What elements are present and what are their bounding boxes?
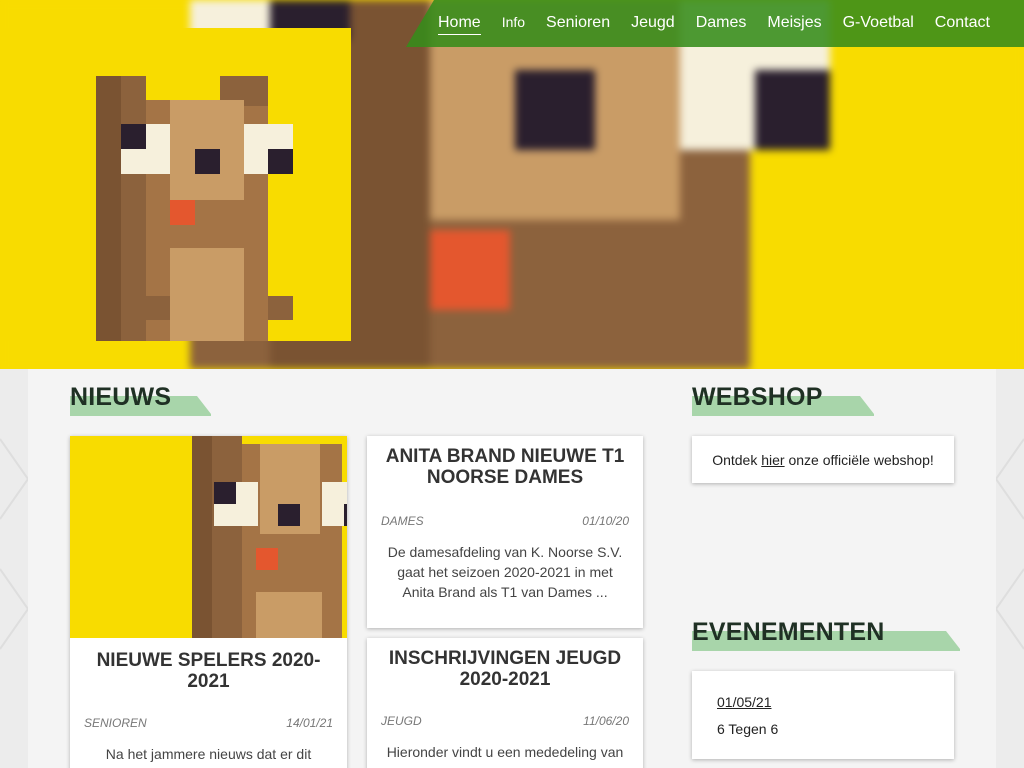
news-card-category: DAMES xyxy=(381,514,424,528)
news-card-category: JEUGD xyxy=(381,714,422,728)
news-card-inschrijvingen[interactable]: INSCHRIJVINGEN JEUGD 2020-2021 JEUGD 11/… xyxy=(367,638,643,768)
event-name: 6 Tegen 6 xyxy=(717,721,779,737)
nav-jeugd[interactable]: Jeugd xyxy=(631,12,675,35)
nav-home[interactable]: Home xyxy=(438,12,481,35)
news-card-title[interactable]: NIEUWE SPELERS 2020-2021 xyxy=(70,650,347,692)
webshop-card: Ontdek hier onze officiële webshop! xyxy=(692,436,954,483)
events-section-title: EVENEMENTEN xyxy=(692,618,885,646)
news-card-nieuwe-spelers[interactable]: NIEUWE SPELERS 2020-2021 SENIOREN 14/01/… xyxy=(70,436,347,768)
news-card-excerpt: De damesafdeling van K. Noorse S.V. gaat… xyxy=(387,544,623,600)
nav-meisjes[interactable]: Meisjes xyxy=(767,12,821,35)
hero-banner: Home Info Senioren Jeugd Dames Meisjes G… xyxy=(0,0,1024,369)
nav-info[interactable]: Info xyxy=(502,12,525,35)
news-card-date: 01/10/20 xyxy=(582,514,629,528)
webshop-link[interactable]: hier xyxy=(761,452,784,468)
webshop-title-underline xyxy=(692,414,874,416)
webshop-text: Ontdek hier onze officiële webshop! xyxy=(712,452,934,468)
news-section-title: NIEUWS xyxy=(70,383,172,411)
news-card-category: SENIOREN xyxy=(84,716,147,730)
news-card-date: 14/01/21 xyxy=(286,716,333,730)
news-card-excerpt: Na het jammere nieuws dat er dit xyxy=(105,746,312,762)
nav-senioren[interactable]: Senioren xyxy=(546,12,610,35)
event-date[interactable]: 01/05/21 xyxy=(717,694,954,710)
webshop-text-before: Ontdek xyxy=(712,451,762,468)
events-title-underline xyxy=(692,649,960,651)
news-card-excerpt: Hieronder vindt u een mededeling van xyxy=(386,744,624,760)
club-logo[interactable] xyxy=(0,28,351,341)
news-title-underline xyxy=(70,414,211,416)
news-card-image xyxy=(70,436,347,638)
nav-dames[interactable]: Dames xyxy=(696,12,747,35)
news-card-title[interactable]: INSCHRIJVINGEN JEUGD 2020-2021 xyxy=(367,648,643,690)
nav-g-voetbal[interactable]: G-Voetbal xyxy=(843,12,914,35)
webshop-section-title: WEBSHOP xyxy=(692,383,823,411)
nav-contact[interactable]: Contact xyxy=(935,12,990,35)
background-pattern-right xyxy=(996,438,1024,650)
news-card-date: 11/06/20 xyxy=(583,714,629,728)
background-pattern xyxy=(0,438,28,650)
main-navigation: Home Info Senioren Jeugd Dames Meisjes G… xyxy=(406,0,1024,47)
event-card[interactable]: 01/05/21 6 Tegen 6 xyxy=(692,671,954,759)
news-card-anita-brand[interactable]: ANITA BRAND NIEUWE T1 NOORSE DAMES DAMES… xyxy=(367,436,643,628)
mascot-logo-icon xyxy=(0,28,351,341)
webshop-text-after: onze officiële webshop! xyxy=(784,451,934,468)
news-card-title[interactable]: ANITA BRAND NIEUWE T1 NOORSE DAMES xyxy=(367,446,643,488)
